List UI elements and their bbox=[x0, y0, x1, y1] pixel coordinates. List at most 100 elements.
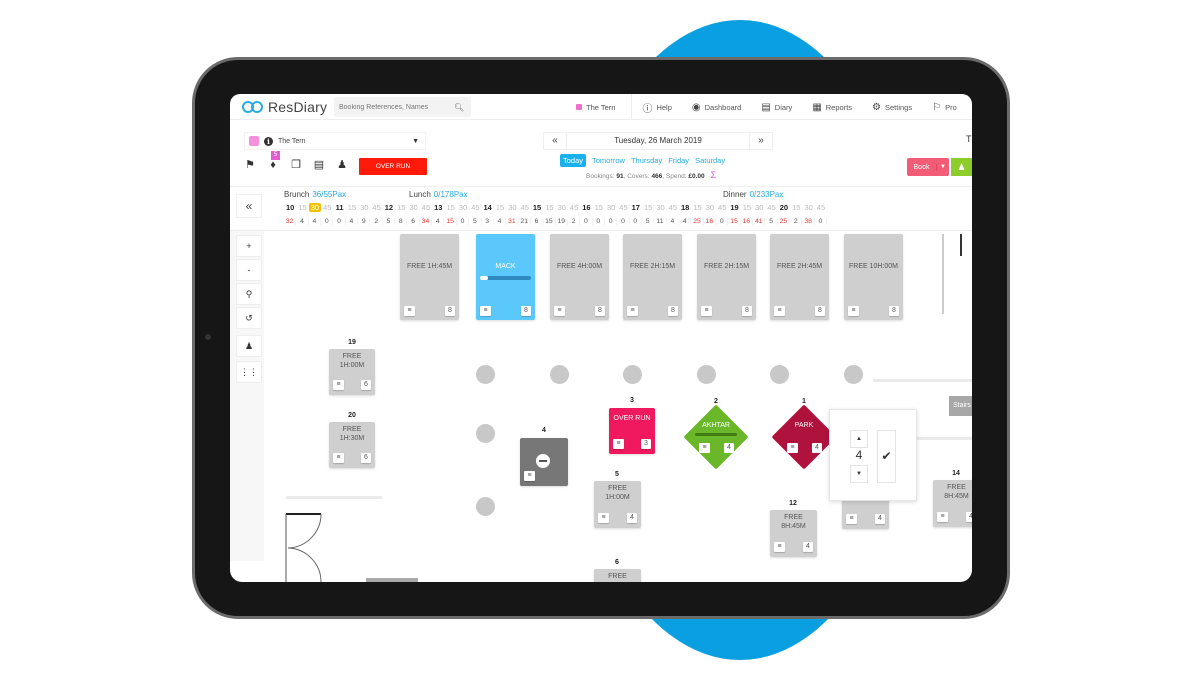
menu-icon[interactable]: ≡ bbox=[627, 306, 638, 316]
time-slot[interactable]: 30 bbox=[457, 203, 469, 212]
person-icon[interactable]: ♟ bbox=[236, 335, 262, 357]
table-6[interactable]: FREE bbox=[594, 569, 641, 582]
time-slot[interactable]: 45 bbox=[370, 203, 382, 212]
period-brunch[interactable]: Brunch 36/55Pax bbox=[284, 190, 346, 199]
time-slot[interactable]: 45 bbox=[716, 203, 728, 212]
nav-diary[interactable]: ▤ Diary bbox=[751, 94, 802, 120]
menu-icon[interactable]: ≡ bbox=[333, 380, 344, 390]
time-slot[interactable]: 30 bbox=[605, 203, 617, 212]
table-covers[interactable]: 8 bbox=[815, 306, 825, 316]
flag-icon[interactable]: ⚑ bbox=[244, 158, 256, 171]
day-saturday[interactable]: Saturday bbox=[695, 156, 725, 165]
time-slot[interactable]: 30 bbox=[704, 203, 716, 212]
time-slot[interactable]: 15 bbox=[790, 203, 802, 212]
current-date[interactable]: Tuesday, 26 March 2019 bbox=[566, 133, 750, 149]
time-slot[interactable]: 30 bbox=[308, 203, 322, 212]
table-3[interactable]: OVER RUN ≡ 3 bbox=[609, 408, 655, 454]
time-slot[interactable]: 30 bbox=[654, 203, 666, 212]
logo[interactable]: ResDiary bbox=[242, 99, 327, 115]
time-slot[interactable]: 30 bbox=[556, 203, 568, 212]
copy-icon[interactable]: ❐ bbox=[290, 158, 302, 171]
period-dinner[interactable]: Dinner 0/233Pax bbox=[723, 190, 783, 199]
chevron-down-icon[interactable]: ▼ bbox=[937, 164, 949, 170]
nav-help[interactable]: ⓘ Help bbox=[632, 94, 681, 120]
menu-icon[interactable]: ≡ bbox=[787, 443, 798, 453]
table-covers[interactable]: 4 bbox=[724, 443, 734, 453]
time-slot[interactable]: 45 bbox=[667, 203, 679, 212]
time-slot[interactable]: 45 bbox=[568, 203, 580, 212]
nav-promotions[interactable]: ⚐ Pro bbox=[922, 94, 967, 120]
time-slot[interactable]: 45 bbox=[519, 203, 531, 212]
book-button[interactable]: Book ▼ bbox=[907, 158, 949, 176]
walk-in-button[interactable]: ♟ bbox=[951, 158, 972, 176]
time-slot[interactable]: 15 bbox=[296, 203, 308, 212]
prev-day-button[interactable]: « bbox=[544, 133, 566, 149]
menu-icon[interactable]: ≡ bbox=[480, 306, 491, 316]
table-covers[interactable]: 6 bbox=[361, 453, 371, 463]
time-slot[interactable]: 15 bbox=[494, 203, 506, 212]
sigma-icon[interactable]: Σ bbox=[710, 170, 716, 180]
decrease-covers-button[interactable]: ▼ bbox=[850, 465, 868, 483]
table-12[interactable]: FREE 8H:45M ≡ 4 bbox=[770, 510, 817, 557]
menu-icon[interactable]: ≡ bbox=[613, 439, 624, 449]
stool[interactable] bbox=[770, 365, 789, 384]
collapse-sidebar-button[interactable]: « bbox=[236, 194, 262, 218]
stool[interactable] bbox=[697, 365, 716, 384]
covers-value[interactable]: 4 bbox=[850, 448, 868, 462]
overrun-button[interactable]: OVER RUN bbox=[359, 158, 427, 175]
search-box[interactable]: 🔍︎ bbox=[334, 97, 471, 117]
time-slot[interactable]: 45 bbox=[617, 203, 629, 212]
time-slot[interactable]: 18 bbox=[679, 203, 691, 212]
table-top-4[interactable]: FREE 2H:15M ≡ 8 bbox=[623, 234, 682, 320]
stool[interactable] bbox=[550, 365, 569, 384]
time-slot[interactable]: 17 bbox=[630, 203, 642, 212]
table-4[interactable]: ≡ bbox=[520, 438, 568, 486]
time-slot[interactable]: 30 bbox=[506, 203, 518, 212]
menu-icon[interactable]: ≡ bbox=[598, 513, 609, 523]
time-slot[interactable]: 30 bbox=[753, 203, 765, 212]
time-slot[interactable]: 15 bbox=[642, 203, 654, 212]
nav-reports[interactable]: ▦ Reports bbox=[802, 94, 862, 120]
table-14[interactable]: FREE 8H:45M ≡ 4 bbox=[933, 480, 972, 527]
next-day-button[interactable]: » bbox=[750, 133, 772, 149]
table-covers[interactable]: 8 bbox=[668, 306, 678, 316]
search-icon[interactable]: 🔍︎ bbox=[454, 103, 464, 112]
stool[interactable] bbox=[476, 424, 495, 443]
nav-venue[interactable]: The Tern bbox=[566, 94, 633, 120]
time-slot[interactable]: 11 bbox=[333, 203, 345, 212]
table-covers[interactable]: 4 bbox=[803, 542, 813, 552]
zoom-in-button[interactable]: + bbox=[236, 235, 262, 257]
period-lunch[interactable]: Lunch 0/178Pax bbox=[409, 190, 468, 199]
time-slot[interactable]: 45 bbox=[765, 203, 777, 212]
menu-icon[interactable]: ≡ bbox=[333, 453, 344, 463]
zoom-out-button[interactable]: - bbox=[236, 259, 262, 281]
info-icon[interactable]: i bbox=[264, 136, 273, 146]
time-slot[interactable]: 15 bbox=[543, 203, 555, 212]
time-slot[interactable]: 16 bbox=[580, 203, 592, 212]
table-19[interactable]: FREE 1H:00M ≡ 6 bbox=[329, 349, 375, 395]
menu-icon[interactable]: ≡ bbox=[774, 306, 785, 316]
stool[interactable] bbox=[844, 365, 863, 384]
menu-icon[interactable]: ≡ bbox=[848, 306, 859, 316]
table-top-7[interactable]: FREE 10H:00M ≡ 8 bbox=[844, 234, 903, 320]
table-1-content[interactable]: PARK ≡ 4 bbox=[772, 405, 836, 469]
time-slot[interactable]: 15 bbox=[395, 203, 407, 212]
menu-icon[interactable]: ≡ bbox=[937, 512, 948, 522]
table-top-6[interactable]: FREE 2H:45M ≡ 8 bbox=[770, 234, 829, 320]
table-2-content[interactable]: AKHTAR ≡ 4 bbox=[684, 405, 748, 469]
menu-icon[interactable]: ≡ bbox=[846, 514, 857, 524]
menu-icon[interactable]: ≡ bbox=[524, 471, 535, 481]
table-covers[interactable]: 3 bbox=[641, 439, 651, 449]
table-20[interactable]: FREE 1H:30M ≡ 6 bbox=[329, 422, 375, 468]
increase-covers-button[interactable]: ▲ bbox=[850, 430, 868, 448]
undo-icon[interactable]: ↺ bbox=[236, 307, 262, 329]
time-slot[interactable]: 45 bbox=[420, 203, 432, 212]
table-covers[interactable]: 8 bbox=[742, 306, 752, 316]
table-top-1[interactable]: FREE 1H:45M ≡ 8 bbox=[400, 234, 459, 320]
time-slot[interactable]: 15 bbox=[444, 203, 456, 212]
table-covers[interactable]: 8 bbox=[445, 306, 455, 316]
table-top-3[interactable]: FREE 4H:00M ≡ 8 bbox=[550, 234, 609, 320]
table-covers[interactable]: 8 bbox=[595, 306, 605, 316]
table-top-5[interactable]: FREE 2H:15M ≡ 8 bbox=[697, 234, 756, 320]
time-slot[interactable]: 15 bbox=[531, 203, 543, 212]
